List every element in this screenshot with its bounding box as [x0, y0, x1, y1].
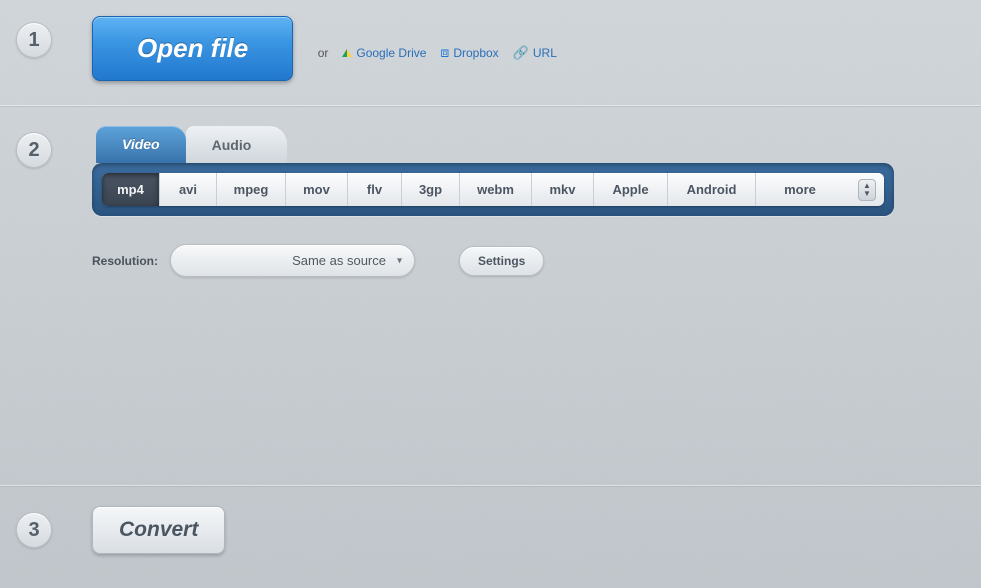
url-label: URL [533, 46, 557, 60]
format-bar: mp4 avi mpeg mov flv 3gp webm mkv Apple … [102, 173, 884, 206]
format-stepper[interactable]: ▲ ▼ [858, 179, 876, 201]
tab-video[interactable]: Video [96, 126, 186, 163]
google-drive-label: Google Drive [356, 46, 426, 60]
link-icon: 🔗 [513, 45, 529, 61]
format-android[interactable]: Android [668, 173, 756, 206]
step-2-badge: 2 [16, 132, 52, 168]
format-mkv[interactable]: mkv [532, 173, 594, 206]
format-flv[interactable]: flv [348, 173, 402, 206]
format-mp4[interactable]: mp4 [102, 173, 160, 206]
step-3-content: Convert [92, 506, 981, 554]
google-drive-icon [342, 49, 352, 57]
open-file-button[interactable]: Open file [92, 16, 293, 81]
media-type-tabs: Video Audio [96, 126, 981, 163]
dropbox-link[interactable]: ⧈ Dropbox [440, 44, 498, 61]
step-1-content: Open file or Google Drive ⧈ Dropbox 🔗 UR… [92, 16, 981, 81]
format-bar-container: mp4 avi mpeg mov flv 3gp webm mkv Apple … [92, 163, 894, 216]
google-drive-link[interactable]: Google Drive [342, 46, 426, 60]
chevron-down-icon: ▼ [863, 190, 871, 198]
format-apple[interactable]: Apple [594, 173, 668, 206]
format-avi[interactable]: avi [160, 173, 217, 206]
format-mpeg[interactable]: mpeg [217, 173, 286, 206]
step-2-section: 2 Video Audio mp4 avi mpeg mov flv 3gp w… [0, 106, 981, 486]
convert-button[interactable]: Convert [92, 506, 225, 554]
resolution-row: Resolution: Same as source Settings [92, 244, 981, 277]
format-webm[interactable]: webm [460, 173, 532, 206]
dropbox-label: Dropbox [453, 46, 498, 60]
source-options-row: or Google Drive ⧈ Dropbox 🔗 URL [318, 44, 557, 61]
url-link[interactable]: 🔗 URL [513, 45, 557, 61]
step-3-section: 3 Convert [0, 486, 981, 574]
settings-button[interactable]: Settings [459, 246, 544, 276]
dropbox-icon: ⧈ [440, 44, 449, 61]
format-mov[interactable]: mov [286, 173, 348, 206]
resolution-label: Resolution: [92, 254, 158, 268]
tab-audio[interactable]: Audio [186, 126, 288, 163]
or-text: or [318, 46, 329, 60]
step-2-content: Video Audio mp4 avi mpeg mov flv 3gp web… [92, 126, 981, 277]
resolution-dropdown[interactable]: Same as source [170, 244, 415, 277]
step-3-badge: 3 [16, 512, 52, 548]
step-1-section: 1 Open file or Google Drive ⧈ Dropbox 🔗 … [0, 0, 981, 106]
step-1-badge: 1 [16, 22, 52, 58]
format-3gp[interactable]: 3gp [402, 173, 460, 206]
